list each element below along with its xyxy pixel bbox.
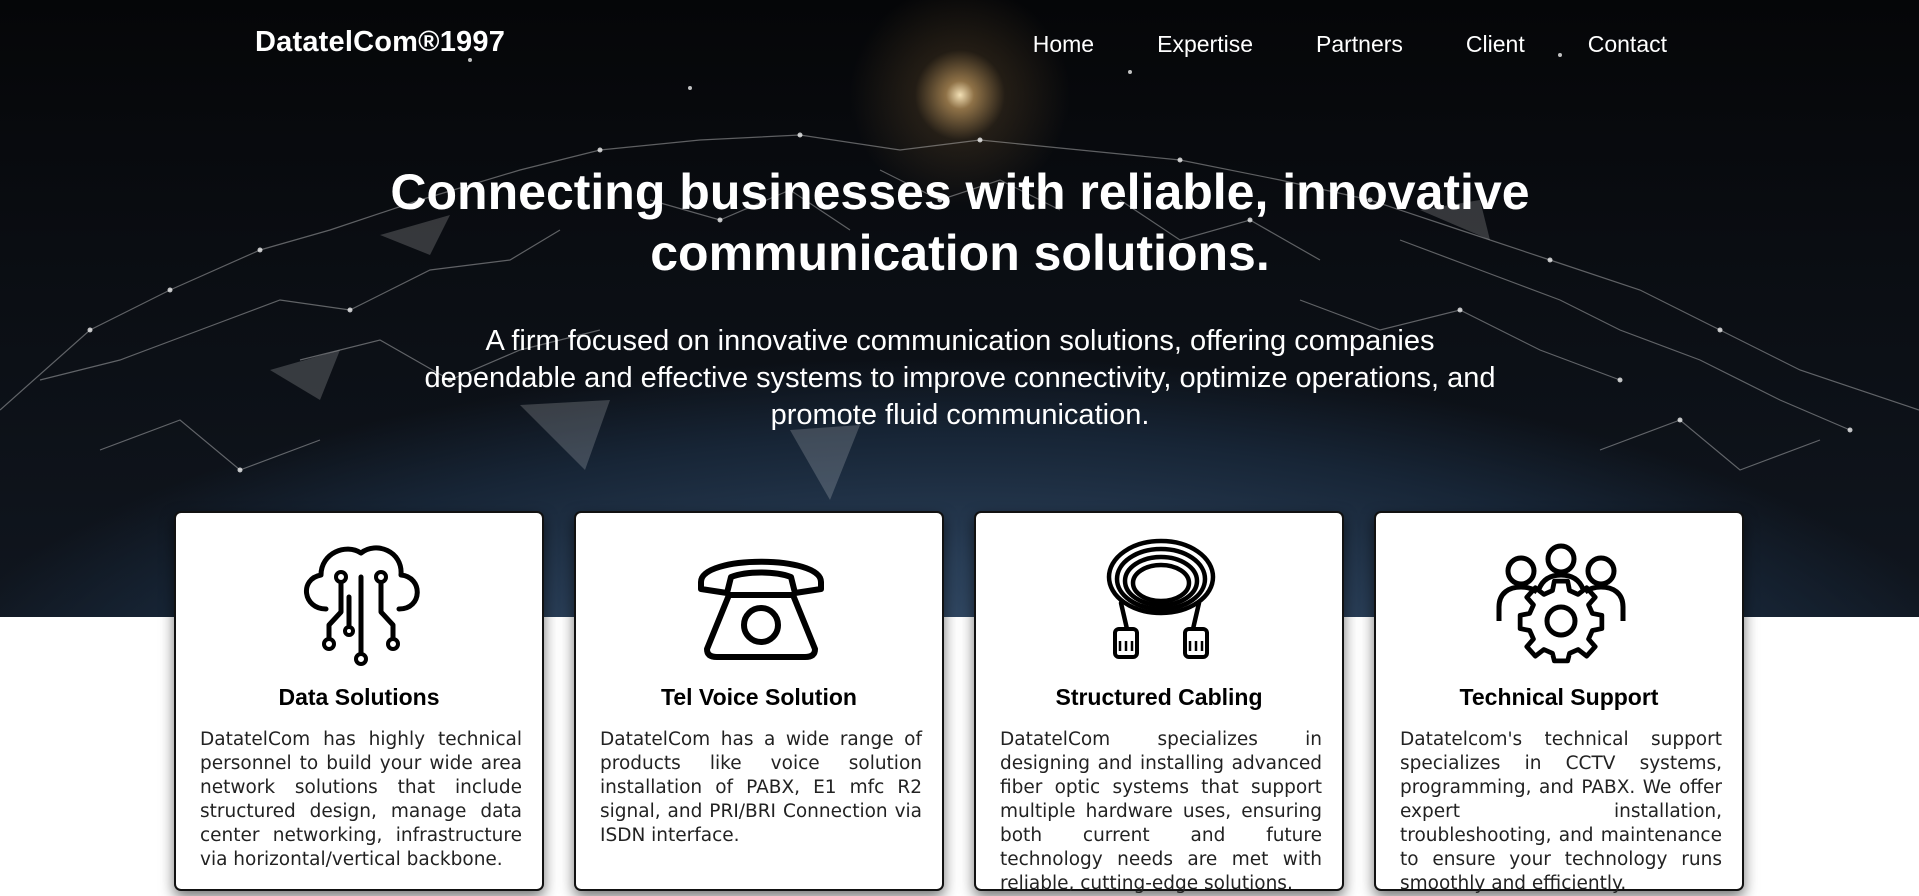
service-description: DatatelCom specializes in designing and … <box>1000 729 1322 894</box>
service-title: Technical Support <box>1459 684 1659 710</box>
brand-logo[interactable]: DatatelCom®1997 <box>255 26 505 59</box>
service-description: Datatelcom's technical support specializ… <box>1400 729 1722 894</box>
service-card-tel-voice: Tel Voice Solution DatatelCom has a wide… <box>574 511 944 891</box>
hero-headline: Connecting businesses with reliable, inn… <box>390 164 1530 281</box>
service-description: DatatelCom has a wide range of products … <box>600 729 922 846</box>
telephone-icon <box>698 558 824 660</box>
nav-link-home[interactable]: Home <box>1033 31 1094 58</box>
nav-link-partners[interactable]: Partners <box>1316 31 1403 58</box>
nav-link-client[interactable]: Client <box>1466 31 1525 58</box>
service-title: Structured Cabling <box>1055 684 1263 710</box>
top-navigation: DatatelCom®1997 Home Expertise Partners … <box>0 0 1919 88</box>
service-title: Data Solutions <box>278 684 440 710</box>
service-card-technical-support: Technical Support Datatelcom's technical… <box>1374 511 1744 894</box>
network-cable-icon <box>1106 538 1216 659</box>
service-card-data-solutions: Data Solutions DatatelCom has highly tec… <box>174 511 544 891</box>
cloud-circuit-icon <box>303 545 420 666</box>
service-title: Tel Voice Solution <box>661 684 857 710</box>
team-gear-icon <box>1496 543 1626 664</box>
service-description: DatatelCom has highly technical personne… <box>200 729 522 870</box>
hero-subtitle: A firm focused on innovative communicati… <box>424 325 1496 431</box>
nav-link-expertise[interactable]: Expertise <box>1157 31 1253 58</box>
nav-menu: Home Expertise Partners Client Contact <box>970 31 1667 58</box>
nav-link-contact[interactable]: Contact <box>1588 31 1667 58</box>
service-card-structured-cabling: Structured Cabling DatatelCom specialize… <box>974 511 1344 894</box>
